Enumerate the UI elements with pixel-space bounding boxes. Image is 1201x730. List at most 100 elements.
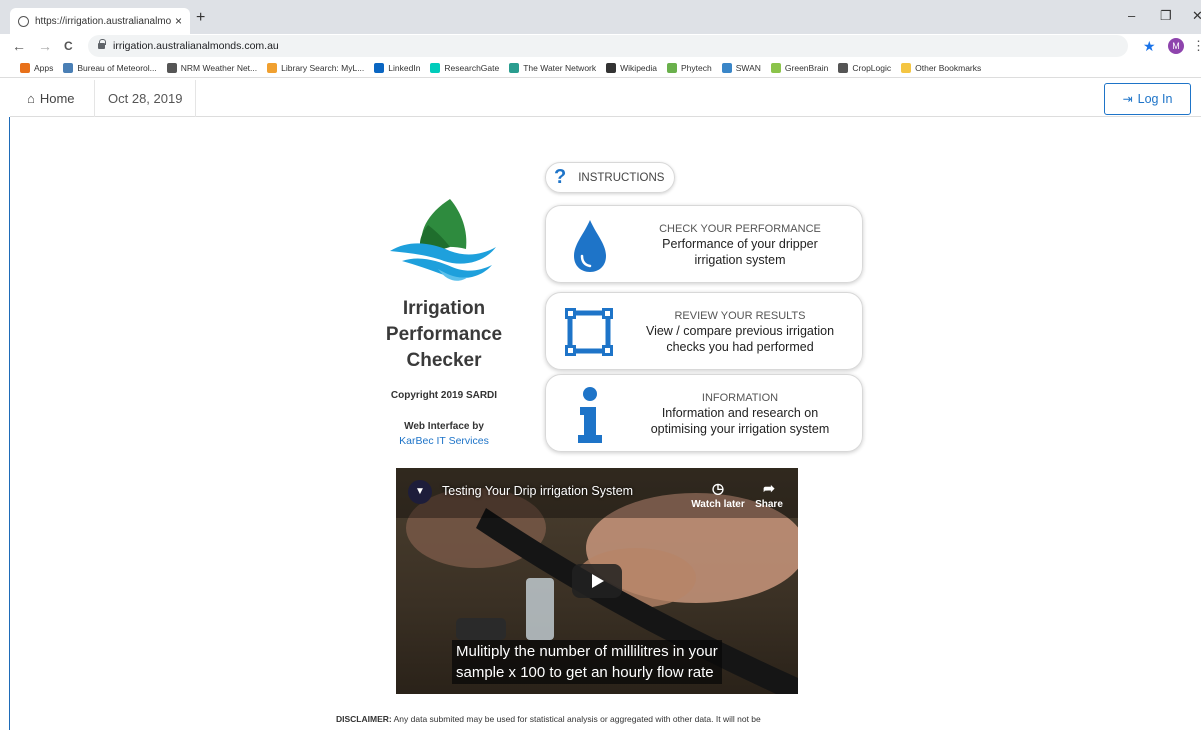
share-button[interactable]: ➦ Share xyxy=(752,480,786,510)
address-bar[interactable]: irrigation.australianalmonds.com.au xyxy=(88,35,1128,57)
bookmark-item[interactable]: LinkedIn xyxy=(374,62,421,73)
bookmark-label: Bureau of Meteorol... xyxy=(77,62,157,73)
profile-avatar[interactable]: M xyxy=(1168,38,1184,54)
channel-logo[interactable]: ▼ xyxy=(408,480,432,504)
bookmark-item[interactable]: Library Search: MyL... xyxy=(267,62,364,73)
bookmark-label: Wikipedia xyxy=(620,62,657,73)
watch-later-button[interactable]: ◷ Watch later xyxy=(690,480,746,510)
bookmark-star-icon[interactable]: ★ xyxy=(1143,38,1156,55)
bookmark-item[interactable]: Apps xyxy=(20,62,54,73)
app-title-line-2: Performance xyxy=(385,324,503,345)
menu-icon[interactable]: ⋮ xyxy=(1192,38,1201,54)
web-interface-label: Web Interface by xyxy=(404,421,484,432)
video-player[interactable]: ▼ Testing Your Drip irrigation System ◷ … xyxy=(396,468,798,694)
check-performance-desc-2: irrigation system xyxy=(694,252,786,267)
linkedin-icon xyxy=(374,62,385,73)
restore-icon[interactable]: ❐ xyxy=(1160,8,1172,24)
folder-icon xyxy=(901,62,912,73)
greenbrain-icon xyxy=(770,62,781,73)
home-link[interactable]: ⌂ Home xyxy=(10,80,95,117)
irrigation-logo xyxy=(390,199,496,281)
instructions-button[interactable]: ? INSTRUCTIONS xyxy=(545,162,675,193)
developer-link[interactable]: KarBec IT Services xyxy=(370,435,518,447)
copyright: Copyright 2019 SARDI xyxy=(390,390,498,401)
watch-later-label: Watch later xyxy=(691,499,745,510)
disclaimer-text: Any data submited may be used for statis… xyxy=(391,714,761,724)
bookmark-item[interactable]: CropLogic xyxy=(838,62,892,73)
current-date: Oct 28, 2019 xyxy=(95,80,196,117)
object-group-icon xyxy=(565,308,613,356)
question-icon: ? xyxy=(554,166,567,188)
review-results-desc-1: View / compare previous irrigation xyxy=(645,323,835,338)
app-title: Irrigation Performance Checker xyxy=(370,296,518,374)
researchgate-icon xyxy=(430,62,441,73)
disclaimer-label: DISCLAIMER: xyxy=(336,714,392,724)
bookmark-label: NRM Weather Net... xyxy=(180,62,258,73)
water-drop-icon xyxy=(574,220,606,272)
information-heading: INFORMATION xyxy=(701,391,779,404)
bookmark-label: Other Bookmarks xyxy=(915,62,982,73)
croplogic-icon xyxy=(838,62,849,73)
minimize-icon[interactable]: – xyxy=(1128,8,1135,23)
bookmark-label: The Water Network xyxy=(523,62,597,73)
review-results-desc-2: checks you had performed xyxy=(666,339,814,354)
bookmark-item[interactable]: The Water Network xyxy=(509,62,597,73)
video-caption: Mulitiply the number of millilitres in y… xyxy=(452,640,722,684)
share-icon: ➦ xyxy=(763,480,775,496)
bookmark-item[interactable]: Phytech xyxy=(667,62,712,73)
login-button[interactable]: ⇥ Log In xyxy=(1104,83,1191,115)
check-performance-desc-1: Performance of your dripper xyxy=(662,236,818,251)
bookmark-item[interactable]: GreenBrain xyxy=(770,62,829,73)
play-button[interactable] xyxy=(572,564,622,598)
forward-icon[interactable]: → xyxy=(38,38,52,54)
app-navbar: ⌂ Home Oct 28, 2019 ⇥ Log In xyxy=(10,80,1201,117)
window-close-icon[interactable]: ✕ xyxy=(1192,8,1201,24)
bookmark-label: Phytech xyxy=(681,62,712,73)
caption-line-2: sample x 100 to get an hourly flow rate xyxy=(456,664,714,681)
information-desc-2: optimising your irrigation system xyxy=(650,421,830,436)
library-icon xyxy=(267,62,278,73)
back-icon[interactable]: ← xyxy=(12,38,26,54)
reload-icon[interactable]: C xyxy=(64,39,73,53)
bookmark-label: SWAN xyxy=(735,62,761,73)
check-performance-text: CHECK YOUR PERFORMANCE Performance of yo… xyxy=(616,206,864,284)
new-tab-button[interactable]: + xyxy=(196,9,205,27)
information-text: INFORMATION Information and research on … xyxy=(616,375,864,453)
bookmark-item[interactable]: Bureau of Meteorol... xyxy=(63,62,157,73)
review-results-button[interactable]: REVIEW YOUR RESULTS View / compare previ… xyxy=(545,292,863,370)
phytech-icon xyxy=(667,62,677,73)
app-title-line-1: Irrigation xyxy=(402,298,486,319)
wikipedia-icon xyxy=(606,62,617,73)
bookmarks-bar: Apps Bureau of Meteorol... NRM Weather Net… xyxy=(0,58,1201,78)
tab-title: https://irrigation.australianalmon xyxy=(35,15,171,27)
app-title-line-3: Checker xyxy=(406,350,482,371)
home-icon: ⌂ xyxy=(27,91,35,106)
bookmark-item[interactable]: SWAN xyxy=(721,62,761,73)
check-performance-button[interactable]: CHECK YOUR PERFORMANCE Performance of yo… xyxy=(545,205,863,283)
share-label: Share xyxy=(755,499,783,510)
address-row: ← → C irrigation.australianalmonds.com.a… xyxy=(0,34,1201,58)
disclaimer: DISCLAIMER: Any data submited may be use… xyxy=(336,714,896,724)
close-tab-icon[interactable]: × xyxy=(175,14,182,28)
login-label: Log In xyxy=(1137,92,1173,106)
info-icon xyxy=(578,387,602,443)
home-label: Home xyxy=(39,91,75,106)
sign-in-icon: ⇥ xyxy=(1122,92,1133,106)
information-button[interactable]: INFORMATION Information and research on … xyxy=(545,374,863,452)
lock-icon xyxy=(98,39,106,49)
apps-icon xyxy=(20,62,30,73)
bookmark-item[interactable]: ResearchGate xyxy=(430,62,499,73)
clock-icon: ◷ xyxy=(711,480,725,496)
bookmark-label: GreenBrain xyxy=(784,62,829,73)
review-results-heading: REVIEW YOUR RESULTS xyxy=(674,309,806,322)
bookmark-item[interactable]: Wikipedia xyxy=(606,62,657,73)
instructions-label: INSTRUCTIONS xyxy=(578,171,665,184)
bookmark-item[interactable]: NRM Weather Net... xyxy=(166,62,258,73)
bookmark-label: Apps xyxy=(34,62,54,73)
bookmark-label: LinkedIn xyxy=(388,62,421,73)
bookmark-item[interactable]: Other Bookmarks xyxy=(901,62,982,73)
video-title[interactable]: Testing Your Drip irrigation System xyxy=(442,484,633,498)
bookmark-label: CropLogic xyxy=(852,62,892,73)
browser-tab[interactable]: https://irrigation.australianalmon × xyxy=(10,8,190,34)
caption-line-1: Mulitiply the number of millilitres in y… xyxy=(456,643,718,660)
